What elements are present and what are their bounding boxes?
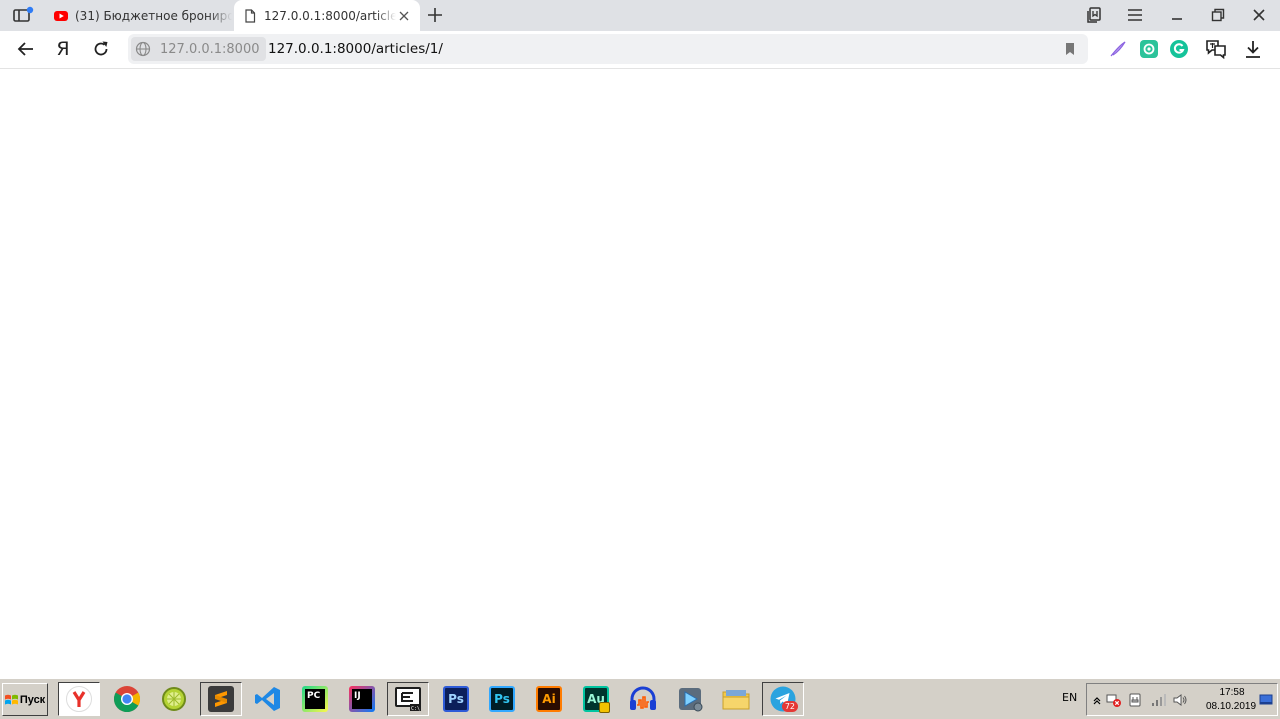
sublime-text-icon <box>208 686 234 712</box>
volume-icon[interactable] <box>1172 692 1188 708</box>
taskbar-vscode[interactable] <box>247 682 289 716</box>
taskbar-photoshop-1[interactable]: Ps <box>435 682 477 716</box>
language-indicator[interactable]: EN <box>1062 691 1077 704</box>
clock-date[interactable]: 08.10.2019 <box>1201 701 1261 712</box>
chrome-icon <box>113 686 141 713</box>
intellij-icon: IJ <box>349 686 375 712</box>
taskbar-console[interactable]: C:\ <box>387 682 429 716</box>
address-bar[interactable]: 127.0.0.1:8000 127.0.0.1:8000/articles/1… <box>128 34 1088 64</box>
taskbar-explorer[interactable] <box>715 682 757 716</box>
site-info-chip[interactable]: 127.0.0.1:8000 <box>131 37 266 61</box>
feather-icon[interactable] <box>1106 37 1130 61</box>
minimize-icon[interactable] <box>1165 4 1189 26</box>
taskbar-lime[interactable] <box>153 682 195 716</box>
youtube-icon <box>54 10 68 21</box>
network-error-icon[interactable] <box>1106 692 1122 708</box>
show-desktop-icon[interactable] <box>1258 692 1274 708</box>
windows-flag-icon <box>4 694 18 704</box>
yandex-button[interactable]: Я <box>51 38 75 60</box>
power-plug-icon[interactable] <box>1127 692 1143 708</box>
taskbar-telegram[interactable]: 72 <box>762 682 804 716</box>
bookmark-icon[interactable] <box>1062 41 1078 57</box>
yandex-browser-icon <box>66 686 92 712</box>
menu-icon[interactable] <box>1123 4 1147 26</box>
translate-icon[interactable] <box>1204 37 1228 61</box>
vscode-icon <box>255 687 280 711</box>
photoshop-icon: Ps <box>489 686 515 712</box>
url-input[interactable]: 127.0.0.1:8000/articles/1/ <box>268 41 443 57</box>
clock-time[interactable]: 17:58 <box>1215 687 1249 698</box>
taskbar: Пуск PC IJ C:\ Ps Ps Ai Au 72 EN 17:58 0… <box>0 678 1280 719</box>
tab-strip: (31) Бюджетное бронирование 127.0.0.1:80… <box>0 0 1280 31</box>
collections-icon[interactable] <box>1082 4 1106 26</box>
tab-articles[interactable]: 127.0.0.1:8000/articles/1/ <box>234 0 420 31</box>
taskbar-sublime-text[interactable] <box>200 682 242 716</box>
browser-toolbar: Я 127.0.0.1:8000 127.0.0.1:8000/articles… <box>0 31 1280 69</box>
illustrator-icon: Ai <box>536 686 562 712</box>
yandex-logo: Я <box>56 37 70 60</box>
taskbar-media-player[interactable] <box>669 682 711 716</box>
photoshop-icon: Ps <box>443 686 469 712</box>
page-icon <box>245 8 256 23</box>
folder-icon <box>722 690 750 710</box>
close-window-icon[interactable] <box>1247 4 1271 26</box>
tab-youtube[interactable]: (31) Бюджетное бронирование <box>46 0 232 31</box>
close-tab-icon[interactable] <box>396 8 412 24</box>
back-arrow-icon[interactable] <box>14 38 38 60</box>
site-chip-text: 127.0.0.1:8000 <box>160 41 260 57</box>
taskbar-yandex-browser[interactable] <box>58 682 100 716</box>
start-label: Пуск <box>19 693 46 706</box>
tab-title: (31) Бюджетное бронирование <box>75 8 232 23</box>
start-button[interactable]: Пуск <box>2 683 48 716</box>
restore-icon[interactable] <box>1206 4 1230 26</box>
new-tab-icon[interactable] <box>425 5 445 25</box>
taskbar-chrome[interactable] <box>106 682 148 716</box>
audition-icon: Au <box>583 686 610 713</box>
signal-bars-icon[interactable] <box>1151 692 1167 708</box>
tray-expand-icon[interactable] <box>1089 692 1105 708</box>
taskbar-audacity[interactable] <box>622 682 664 716</box>
lime-icon <box>162 687 186 711</box>
system-tray: 17:58 08.10.2019 <box>1086 683 1278 716</box>
taskbar-audition[interactable]: Au <box>575 682 617 716</box>
media-player-icon <box>679 688 703 712</box>
tab-manager-icon[interactable] <box>12 6 34 24</box>
globe-icon <box>135 41 151 57</box>
page-content <box>0 69 1280 678</box>
reload-icon[interactable] <box>89 38 113 60</box>
taskbar-photoshop-2[interactable]: Ps <box>481 682 523 716</box>
taskbar-pycharm[interactable]: PC <box>294 682 336 716</box>
audacity-icon <box>630 686 656 710</box>
telegram-unread-badge: 72 <box>781 701 798 712</box>
taskbar-intellij[interactable]: IJ <box>341 682 383 716</box>
tab-title: 127.0.0.1:8000/articles/1/ <box>264 8 396 23</box>
screenshot-icon[interactable] <box>1137 37 1161 61</box>
svg-text:C:\: C:\ <box>411 706 420 712</box>
taskbar-illustrator[interactable]: Ai <box>528 682 570 716</box>
pycharm-icon: PC <box>302 686 328 712</box>
download-icon[interactable] <box>1241 37 1265 61</box>
console-icon: C:\ <box>395 687 421 712</box>
grammarly-icon[interactable] <box>1167 37 1191 61</box>
